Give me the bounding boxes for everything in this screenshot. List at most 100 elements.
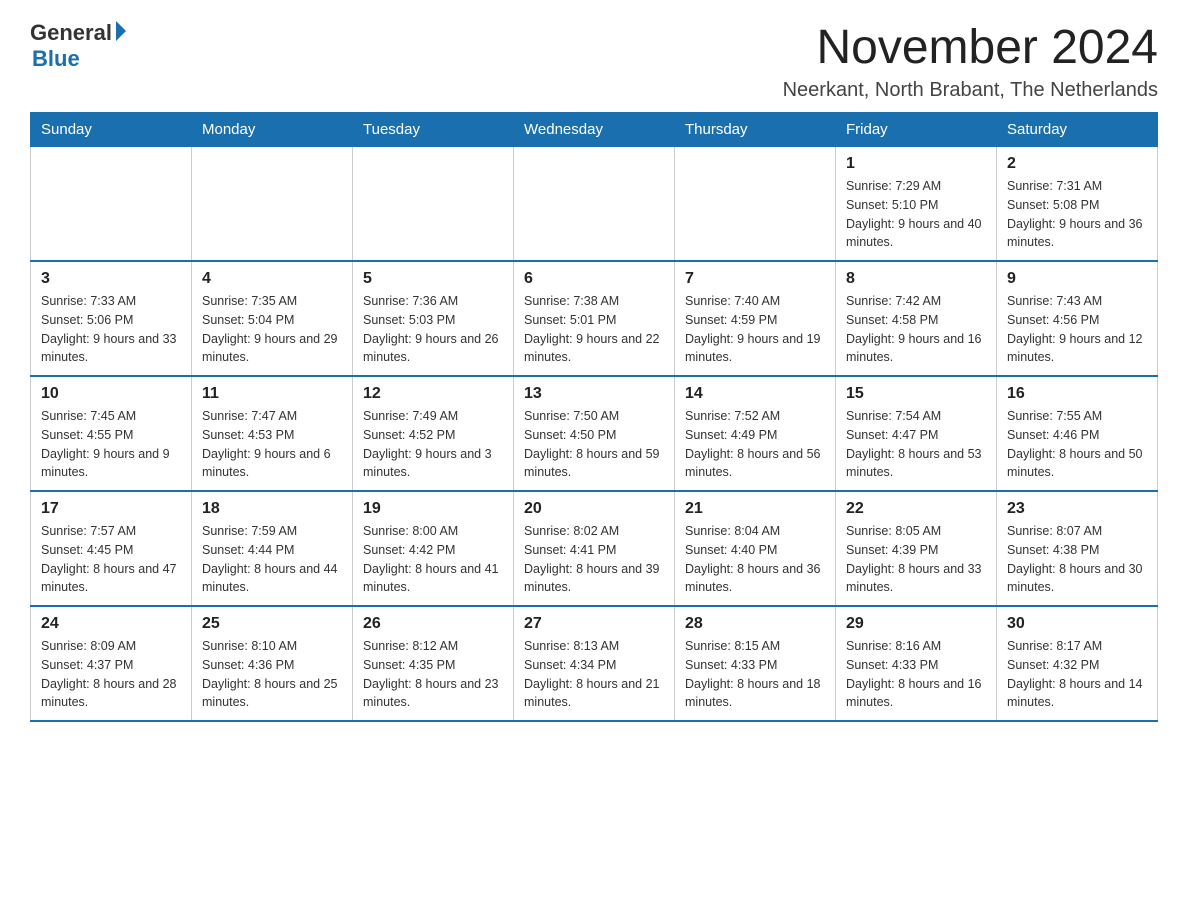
day-detail: Sunrise: 8:05 AM Sunset: 4:39 PM Dayligh… [846, 522, 986, 597]
calendar-cell: 21 Sunrise: 8:04 AM Sunset: 4:40 PM Dayli… [675, 491, 836, 606]
day-detail: Sunrise: 7:52 AM Sunset: 4:49 PM Dayligh… [685, 407, 825, 482]
header-day-friday: Friday [836, 113, 997, 147]
calendar-cell: 10 Sunrise: 7:45 AM Sunset: 4:55 PM Dayli… [31, 376, 192, 491]
calendar-cell [353, 147, 514, 262]
calendar-cell [31, 147, 192, 262]
day-detail: Sunrise: 7:49 AM Sunset: 4:52 PM Dayligh… [363, 407, 503, 482]
day-number: 8 [846, 270, 986, 288]
day-number: 29 [846, 615, 986, 633]
day-detail: Sunrise: 8:17 AM Sunset: 4:32 PM Dayligh… [1007, 637, 1147, 712]
day-detail: Sunrise: 8:07 AM Sunset: 4:38 PM Dayligh… [1007, 522, 1147, 597]
calendar-cell: 12 Sunrise: 7:49 AM Sunset: 4:52 PM Dayli… [353, 376, 514, 491]
calendar-header: SundayMondayTuesdayWednesdayThursdayFrid… [31, 113, 1158, 147]
day-number: 17 [41, 500, 181, 518]
day-detail: Sunrise: 7:59 AM Sunset: 4:44 PM Dayligh… [202, 522, 342, 597]
day-detail: Sunrise: 8:00 AM Sunset: 4:42 PM Dayligh… [363, 522, 503, 597]
day-detail: Sunrise: 7:42 AM Sunset: 4:58 PM Dayligh… [846, 292, 986, 367]
calendar-cell: 19 Sunrise: 8:00 AM Sunset: 4:42 PM Dayli… [353, 491, 514, 606]
day-number: 14 [685, 385, 825, 403]
header-day-saturday: Saturday [997, 113, 1158, 147]
day-detail: Sunrise: 8:04 AM Sunset: 4:40 PM Dayligh… [685, 522, 825, 597]
day-detail: Sunrise: 7:57 AM Sunset: 4:45 PM Dayligh… [41, 522, 181, 597]
calendar-cell: 26 Sunrise: 8:12 AM Sunset: 4:35 PM Dayli… [353, 606, 514, 721]
day-number: 16 [1007, 385, 1147, 403]
day-number: 22 [846, 500, 986, 518]
calendar-cell: 8 Sunrise: 7:42 AM Sunset: 4:58 PM Daylig… [836, 261, 997, 376]
day-detail: Sunrise: 7:33 AM Sunset: 5:06 PM Dayligh… [41, 292, 181, 367]
page-header: General Blue November 2024 Neerkant, Nor… [30, 20, 1158, 102]
day-detail: Sunrise: 8:16 AM Sunset: 4:33 PM Dayligh… [846, 637, 986, 712]
calendar-cell [514, 147, 675, 262]
day-number: 30 [1007, 615, 1147, 633]
calendar-cell: 7Sunrise: 7:40 AM Sunset: 4:59 PM Daylig… [675, 261, 836, 376]
calendar-cell: 5 Sunrise: 7:36 AM Sunset: 5:03 PM Daylig… [353, 261, 514, 376]
day-detail: Sunrise: 7:38 AM Sunset: 5:01 PM Dayligh… [524, 292, 664, 367]
calendar-cell: 14 Sunrise: 7:52 AM Sunset: 4:49 PM Dayli… [675, 376, 836, 491]
calendar-cell: 4 Sunrise: 7:35 AM Sunset: 5:04 PM Daylig… [192, 261, 353, 376]
day-number: 3 [41, 270, 181, 288]
day-number: 12 [363, 385, 503, 403]
day-detail: Sunrise: 8:02 AM Sunset: 4:41 PM Dayligh… [524, 522, 664, 597]
header-day-sunday: Sunday [31, 113, 192, 147]
day-number: 28 [685, 615, 825, 633]
day-detail: Sunrise: 7:54 AM Sunset: 4:47 PM Dayligh… [846, 407, 986, 482]
day-number: 1 [846, 155, 986, 173]
calendar-cell: 25 Sunrise: 8:10 AM Sunset: 4:36 PM Dayli… [192, 606, 353, 721]
day-number: 26 [363, 615, 503, 633]
calendar-cell: 17 Sunrise: 7:57 AM Sunset: 4:45 PM Dayli… [31, 491, 192, 606]
day-number: 10 [41, 385, 181, 403]
day-number: 20 [524, 500, 664, 518]
header-day-thursday: Thursday [675, 113, 836, 147]
logo-arrow-icon [116, 21, 126, 41]
calendar-cell: 13Sunrise: 7:50 AM Sunset: 4:50 PM Dayli… [514, 376, 675, 491]
day-number: 21 [685, 500, 825, 518]
day-detail: Sunrise: 7:45 AM Sunset: 4:55 PM Dayligh… [41, 407, 181, 482]
calendar-body: 1 Sunrise: 7:29 AM Sunset: 5:10 PM Daylig… [31, 147, 1158, 722]
day-number: 11 [202, 385, 342, 403]
calendar-cell: 1 Sunrise: 7:29 AM Sunset: 5:10 PM Daylig… [836, 147, 997, 262]
calendar-cell: 24Sunrise: 8:09 AM Sunset: 4:37 PM Dayli… [31, 606, 192, 721]
day-detail: Sunrise: 7:40 AM Sunset: 4:59 PM Dayligh… [685, 292, 825, 367]
calendar-week-2: 3 Sunrise: 7:33 AM Sunset: 5:06 PM Daylig… [31, 261, 1158, 376]
day-number: 9 [1007, 270, 1147, 288]
day-detail: Sunrise: 7:35 AM Sunset: 5:04 PM Dayligh… [202, 292, 342, 367]
calendar-cell: 9Sunrise: 7:43 AM Sunset: 4:56 PM Daylig… [997, 261, 1158, 376]
day-number: 2 [1007, 155, 1147, 173]
day-detail: Sunrise: 8:12 AM Sunset: 4:35 PM Dayligh… [363, 637, 503, 712]
day-number: 6 [524, 270, 664, 288]
header-day-monday: Monday [192, 113, 353, 147]
month-title: November 2024 [783, 20, 1158, 75]
calendar-cell: 2 Sunrise: 7:31 AM Sunset: 5:08 PM Daylig… [997, 147, 1158, 262]
day-number: 5 [363, 270, 503, 288]
logo-blue-word: Blue [32, 46, 80, 72]
day-number: 27 [524, 615, 664, 633]
day-detail: Sunrise: 7:50 AM Sunset: 4:50 PM Dayligh… [524, 407, 664, 482]
calendar-cell: 18 Sunrise: 7:59 AM Sunset: 4:44 PM Dayli… [192, 491, 353, 606]
header-row: SundayMondayTuesdayWednesdayThursdayFrid… [31, 113, 1158, 147]
calendar-cell: 20 Sunrise: 8:02 AM Sunset: 4:41 PM Dayli… [514, 491, 675, 606]
calendar-cell: 15 Sunrise: 7:54 AM Sunset: 4:47 PM Dayli… [836, 376, 997, 491]
day-detail: Sunrise: 7:29 AM Sunset: 5:10 PM Dayligh… [846, 177, 986, 252]
day-number: 23 [1007, 500, 1147, 518]
day-detail: Sunrise: 7:31 AM Sunset: 5:08 PM Dayligh… [1007, 177, 1147, 252]
header-day-wednesday: Wednesday [514, 113, 675, 147]
calendar-cell: 23 Sunrise: 8:07 AM Sunset: 4:38 PM Dayli… [997, 491, 1158, 606]
day-detail: Sunrise: 7:55 AM Sunset: 4:46 PM Dayligh… [1007, 407, 1147, 482]
day-detail: Sunrise: 7:36 AM Sunset: 5:03 PM Dayligh… [363, 292, 503, 367]
calendar-cell: 29 Sunrise: 8:16 AM Sunset: 4:33 PM Dayli… [836, 606, 997, 721]
day-number: 4 [202, 270, 342, 288]
day-detail: Sunrise: 7:47 AM Sunset: 4:53 PM Dayligh… [202, 407, 342, 482]
calendar-cell: 30 Sunrise: 8:17 AM Sunset: 4:32 PM Dayli… [997, 606, 1158, 721]
day-detail: Sunrise: 8:15 AM Sunset: 4:33 PM Dayligh… [685, 637, 825, 712]
day-number: 24 [41, 615, 181, 633]
calendar-week-3: 10 Sunrise: 7:45 AM Sunset: 4:55 PM Dayli… [31, 376, 1158, 491]
day-number: 18 [202, 500, 342, 518]
day-number: 19 [363, 500, 503, 518]
logo-general-word: General [30, 20, 112, 46]
calendar-week-5: 24Sunrise: 8:09 AM Sunset: 4:37 PM Dayli… [31, 606, 1158, 721]
day-number: 15 [846, 385, 986, 403]
calendar-cell: 11 Sunrise: 7:47 AM Sunset: 4:53 PM Dayli… [192, 376, 353, 491]
calendar-cell: 6 Sunrise: 7:38 AM Sunset: 5:01 PM Daylig… [514, 261, 675, 376]
day-number: 25 [202, 615, 342, 633]
day-detail: Sunrise: 8:10 AM Sunset: 4:36 PM Dayligh… [202, 637, 342, 712]
